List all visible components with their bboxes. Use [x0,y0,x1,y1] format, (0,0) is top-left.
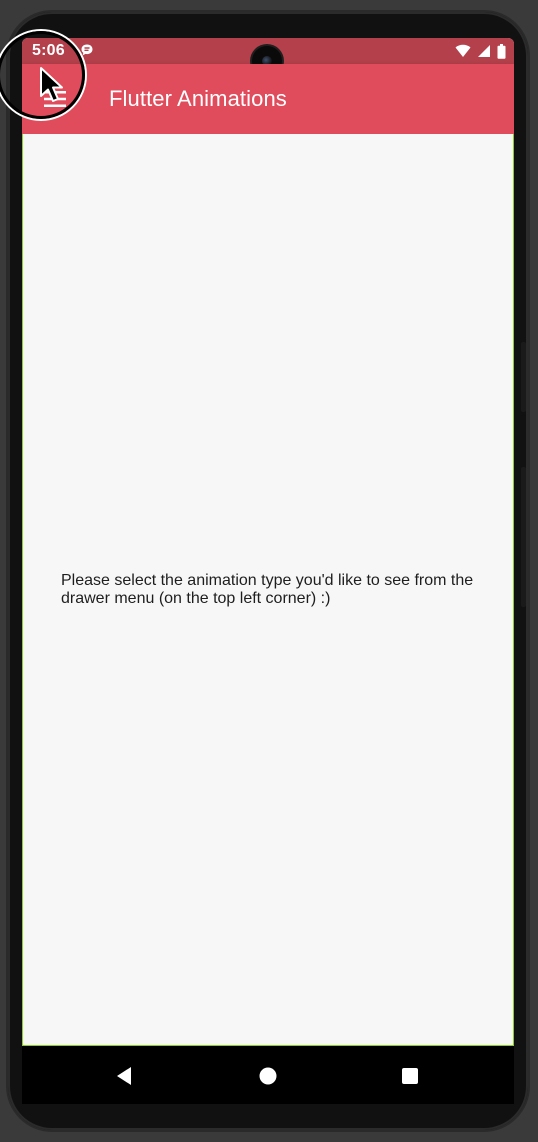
navigation-bar [22,1046,514,1104]
menu-button[interactable] [38,82,72,116]
battery-icon [497,43,506,59]
instruction-message: Please select the animation type you'd l… [61,572,474,607]
cellular-signal-icon [478,45,490,57]
notification-bubble-icon [81,44,93,56]
phone-screen: 5:06 Flutter Animations Please select th… [22,38,514,1104]
status-bar: 5:06 [22,38,514,76]
hamburger-menu-icon [44,91,66,107]
status-time: 5:06 [32,42,65,59]
recents-button[interactable] [400,1066,420,1086]
content-area: Please select the animation type you'd l… [22,134,514,1046]
app-title: Flutter Animations [109,86,287,111]
status-icons [455,43,506,59]
app-bar: Flutter Animations [22,64,514,134]
volume-button [521,467,526,607]
home-button[interactable] [258,1066,278,1086]
back-button[interactable] [114,1066,134,1086]
wifi-icon [455,44,471,57]
home-icon [259,1067,277,1085]
back-icon [117,1067,131,1085]
recents-icon [402,1068,418,1084]
power-button [521,342,526,412]
